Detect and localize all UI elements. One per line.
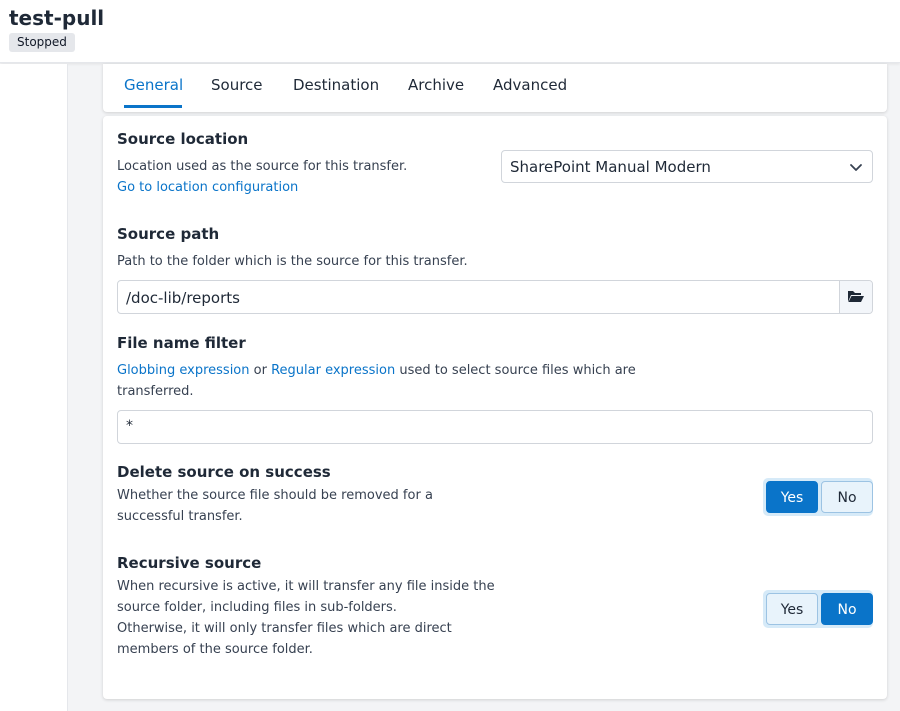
tab-bar: General Source Destination Archive Advan…	[103, 64, 887, 112]
source-location-description: Location used as the source for this tra…	[117, 159, 408, 174]
chevron-down-icon	[850, 164, 862, 171]
file-filter-title: File name filter	[117, 334, 246, 352]
tab-archive[interactable]: Archive	[408, 76, 464, 94]
recursive-source-title: Recursive source	[117, 554, 262, 572]
tab-source[interactable]: Source	[211, 76, 263, 94]
recursive-desc-2: source folder, including files in sub-fo…	[117, 600, 397, 615]
recursive-desc-4: members of the source folder.	[117, 642, 313, 657]
recursive-desc-1: When recursive is active, it will transf…	[117, 579, 495, 594]
recursive-no-button[interactable]: No	[821, 593, 873, 625]
source-path-title: Source path	[117, 225, 220, 243]
source-location-value: SharePoint Manual Modern	[510, 158, 711, 176]
filter-desc-text: used to select source files which are	[395, 363, 636, 378]
file-filter-description: Globbing expression or Regular expressio…	[117, 360, 636, 381]
globbing-link[interactable]: Globbing expression	[117, 363, 250, 378]
delete-source-desc-1: Whether the source file should be remove…	[117, 488, 433, 503]
source-path-description: Path to the folder which is the source f…	[117, 254, 468, 269]
folder-open-icon	[848, 291, 864, 302]
delete-source-yes-button[interactable]: Yes	[766, 481, 818, 513]
delete-source-toggle: Yes No	[763, 478, 873, 516]
left-panel	[0, 64, 68, 711]
location-config-link[interactable]: Go to location configuration	[117, 177, 298, 198]
recursive-source-toggle: Yes No	[763, 590, 873, 628]
delete-source-title: Delete source on success	[117, 463, 331, 481]
source-path-input[interactable]: /doc-lib/reports	[117, 280, 873, 314]
tab-advanced[interactable]: Advanced	[493, 76, 567, 94]
file-filter-value: *	[126, 418, 133, 434]
tab-general[interactable]: General	[124, 76, 183, 94]
file-filter-input[interactable]: *	[117, 410, 873, 444]
status-badge: Stopped	[9, 33, 75, 52]
or-text: or	[249, 363, 272, 378]
delete-source-no-button[interactable]: No	[821, 481, 873, 513]
file-filter-description-2: transferred.	[117, 384, 194, 399]
active-tab-indicator	[124, 105, 182, 108]
source-location-title: Source location	[117, 130, 249, 148]
recursive-yes-button[interactable]: Yes	[766, 593, 818, 625]
tab-destination[interactable]: Destination	[293, 76, 379, 94]
source-location-select[interactable]: SharePoint Manual Modern	[501, 150, 873, 183]
top-bar: test-pull Stopped	[0, 0, 900, 63]
delete-source-desc-2: successful transfer.	[117, 509, 243, 524]
browse-folder-button[interactable]	[839, 281, 872, 313]
page-title: test-pull	[9, 6, 105, 30]
recursive-desc-3: Otherwise, it will only transfer files w…	[117, 621, 452, 636]
source-path-value: /doc-lib/reports	[126, 289, 240, 307]
regex-link[interactable]: Regular expression	[271, 363, 395, 378]
